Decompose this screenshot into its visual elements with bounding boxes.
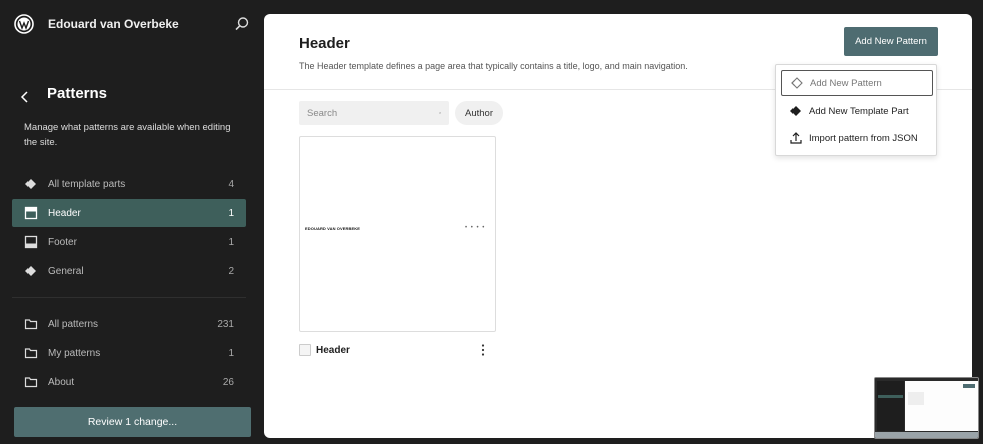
more-vertical-icon[interactable]: [478, 343, 488, 357]
sidebar-item-count: 1: [228, 207, 234, 219]
search-input[interactable]: [307, 107, 439, 119]
search-icon[interactable]: [233, 15, 251, 33]
sidebar-item-label: Header: [48, 207, 81, 219]
menu-item-label: Add New Template Part: [809, 105, 909, 117]
sidebar-item-footer[interactable]: Footer 1: [12, 228, 246, 256]
menu-item-import-pattern[interactable]: Import pattern from JSON: [781, 125, 933, 151]
sidebar-item-label: All patterns: [48, 318, 99, 330]
menu-item-add-new-pattern[interactable]: Add New Pattern: [781, 70, 933, 96]
sidebar-item-label: About: [48, 376, 75, 388]
sidebar-item-count: 4: [228, 178, 234, 190]
sidebar: Edouard van Overbeke Patterns Manage wha…: [0, 0, 262, 444]
pattern-card-preview[interactable]: EDOUARD VAN OVERBEKE • • • •: [299, 136, 496, 332]
sidebar-item-about[interactable]: About 26: [12, 368, 246, 396]
page-title: Header: [299, 35, 350, 52]
header-layout-icon: [24, 206, 38, 220]
menu-item-label: Import pattern from JSON: [809, 132, 918, 144]
upload-icon: [789, 131, 803, 145]
symbol-diamond-icon: [24, 264, 38, 278]
preview-menu: • • • •: [465, 225, 486, 231]
sidebar-item-general[interactable]: General 2: [12, 257, 246, 285]
sidebar-item-count: 2: [228, 265, 234, 277]
pattern-card-name[interactable]: Header: [316, 345, 350, 356]
preview-site-title: EDOUARD VAN OVERBEKE: [305, 226, 361, 231]
site-name[interactable]: Edouard van Overbeke: [48, 17, 179, 31]
search-icon[interactable]: [439, 107, 441, 119]
sidebar-divider: [12, 297, 246, 298]
sidebar-item-label: My patterns: [48, 347, 101, 359]
symbol-outline-icon: [790, 76, 804, 90]
review-changes-button[interactable]: Review 1 change...: [14, 407, 251, 437]
screenshot-thumbnail-image: [875, 378, 978, 438]
page-description: The Header template defines a page area …: [299, 61, 688, 71]
add-new-pattern-button[interactable]: Add New Pattern: [844, 27, 938, 56]
sidebar-item-label: Footer: [48, 236, 77, 248]
site-topbar: Edouard van Overbeke: [0, 0, 262, 48]
sidebar-description: Manage what patterns are available when …: [24, 122, 231, 148]
sidebar-item-count: 26: [222, 376, 234, 388]
sidebar-item-all-template-parts[interactable]: All template parts 4: [12, 170, 246, 198]
folder-icon: [24, 346, 38, 360]
menu-item-label: Add New Pattern: [810, 77, 882, 89]
sidebar-item-count: 1: [228, 347, 234, 359]
sidebar-item-label: All template parts: [48, 178, 126, 190]
sidebar-item-count: 231: [217, 318, 234, 330]
sidebar-item-count: 1: [228, 236, 234, 248]
sidebar-item-my-patterns[interactable]: My patterns 1: [12, 339, 246, 367]
sidebar-title: Patterns: [47, 85, 108, 102]
sidebar-item-label: General: [48, 265, 84, 277]
back-chevron-icon[interactable]: [16, 88, 34, 106]
footer-layout-icon: [24, 235, 38, 249]
search-field[interactable]: [299, 101, 449, 125]
menu-item-add-new-template-part[interactable]: Add New Template Part: [781, 98, 933, 124]
author-filter-button[interactable]: Author: [455, 101, 503, 125]
symbol-diamond-icon: [24, 177, 38, 191]
sidebar-item-header[interactable]: Header 1: [12, 199, 246, 227]
folder-icon: [24, 317, 38, 331]
screenshot-thumbnail[interactable]: [874, 377, 979, 439]
wordpress-logo-icon[interactable]: [14, 14, 34, 34]
symbol-filled-icon: [789, 104, 803, 118]
folder-icon: [24, 375, 38, 389]
add-new-dropdown-menu: Add New Pattern Add New Template Part Im…: [775, 64, 937, 156]
select-checkbox[interactable]: [299, 344, 311, 356]
sidebar-item-all-patterns[interactable]: All patterns 231: [12, 310, 246, 338]
